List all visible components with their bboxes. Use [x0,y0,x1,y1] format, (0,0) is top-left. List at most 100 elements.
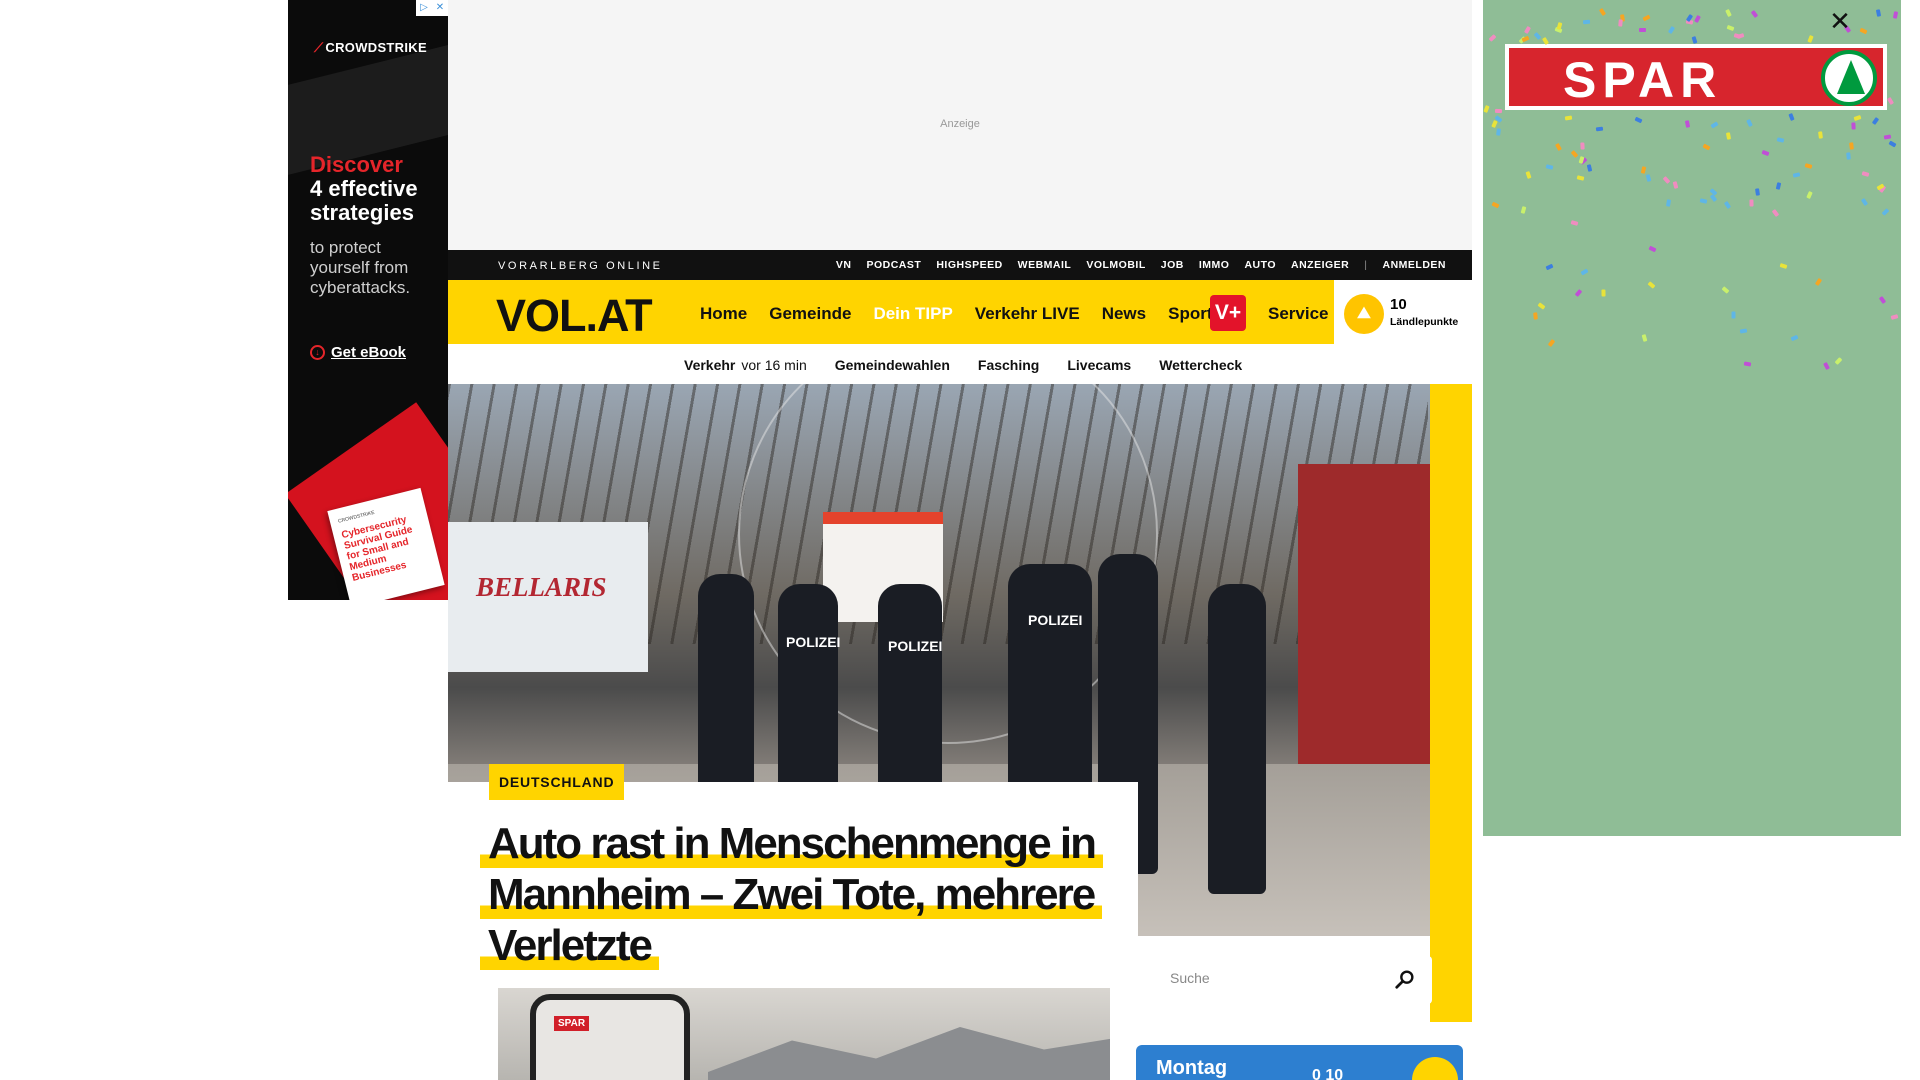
confetti-piece [1647,281,1656,289]
confetti-piece [1771,209,1779,218]
confetti-piece [1875,9,1882,18]
vol-logo[interactable]: VOL.AT [496,290,653,342]
top-links: VN PODCAST HIGHSPEED WEBMAIL VOLMOBIL JO… [836,259,1446,271]
confetti-piece [1818,131,1823,139]
nav-item-gemeinde[interactable]: Gemeinde [769,304,851,324]
ad-headline-white: 4 effective strategies [310,176,418,225]
headline-text[interactable]: Auto rast in Menschenmenge in Mannheim –… [480,819,1103,970]
spar-logo-red: SPAR [1509,48,1883,108]
confetti-piece [1888,140,1897,148]
confetti-piece [1693,15,1701,24]
top-bar: VORARLBERG ONLINE VN PODCAST HIGHSPEED W… [448,250,1472,280]
confetti-piece [1491,202,1500,209]
weather-temp: 0 10 [1312,1067,1344,1080]
subnav-livecams[interactable]: Livecams [1067,357,1131,373]
top-link-job[interactable]: JOB [1161,259,1184,271]
search-box[interactable] [1154,956,1432,1004]
nav-items: Home Gemeinde Dein TIPP Verkehr LIVE New… [700,304,1213,324]
top-link-anzeiger[interactable]: ANZEIGER [1291,259,1349,271]
confetti-piece [1617,19,1623,28]
falcon-icon: ⟋ [314,40,324,55]
confetti-piece [1721,285,1730,294]
article-headline[interactable]: Auto rast in Menschenmenge in Mannheim –… [480,818,1120,971]
confetti-piece [1638,28,1646,33]
confetti-piece [1883,133,1892,140]
ad-close-icon[interactable]: ✕ [432,0,448,16]
top-link-vn[interactable]: VN [836,259,852,271]
top-link-highspeed[interactable]: HIGHSPEED [936,259,1002,271]
close-ad-button[interactable]: ✕ [1826,8,1854,36]
get-ebook-label[interactable]: Get eBook [331,344,406,361]
adchoices-badge[interactable]: ▷ ✕ [416,0,448,16]
confetti-piece [1849,142,1855,151]
article-thumbnail[interactable]: SPAR [498,988,1110,1080]
mountain-icon: ⛰ [1344,294,1384,334]
confetti-piece [1755,187,1761,196]
confetti-piece [1523,25,1531,34]
spar-ad[interactable]: SPAR [1483,0,1901,836]
confetti-piece [1599,7,1607,17]
category-tag[interactable]: DEUTSCHLAND [489,764,625,800]
crowdstrike-brand: CROWDSTRIKE [325,40,427,55]
weather-day: Montag [1156,1057,1228,1079]
subnav-verkehr[interactable]: Verkehr [684,357,735,373]
nav-item-sport[interactable]: Sport [1168,304,1212,324]
confetti-piece [1788,113,1795,122]
police-label: POLIZEI [888,638,943,654]
adchoices-icon[interactable]: ▷ [416,0,432,16]
confetti-piece [1601,289,1606,297]
top-link-webmail[interactable]: WEBMAIL [1018,259,1072,271]
nav-item-news[interactable]: News [1102,304,1146,324]
top-banner-ad: Anzeige [448,0,1472,250]
top-link-auto[interactable]: AUTO [1244,259,1276,271]
get-ebook-link[interactable]: ↓ Get eBook [310,344,406,361]
confetti-piece [1545,263,1554,270]
confetti-piece [1494,109,1502,114]
confetti-piece [1672,181,1679,190]
confetti-piece [1749,199,1754,207]
subnav-fasching[interactable]: Fasching [978,357,1039,373]
ebook-title: Cybersecurity Survival Guide for Small a… [340,514,414,584]
search-icon[interactable] [1394,968,1416,990]
site-brand-text: VORARLBERG ONLINE [498,260,663,272]
confetti-piece [1537,302,1546,310]
login-link[interactable]: ANMELDEN [1383,259,1447,271]
confetti-piece [1596,126,1604,132]
nav-item-home[interactable]: Home [700,304,747,324]
vplus-button[interactable]: V+ [1210,295,1246,331]
crowdstrike-ad[interactable]: ▷ ✕ ⟋ CROWDSTRIKE Discover 4 effective st… [288,0,448,600]
confetti-piece [1645,174,1652,182]
spar-logo: SPAR [1505,44,1887,110]
confetti-piece [1893,11,1899,19]
top-link-immo[interactable]: IMMO [1199,259,1230,271]
top-link-volmobil[interactable]: VOLMOBIL [1086,259,1145,271]
subnav-gemeindewahlen[interactable]: Gemeindewahlen [835,357,950,373]
points-value: 10 [1390,296,1407,313]
confetti-piece [1745,118,1753,127]
confetti-piece [1890,314,1899,321]
sub-nav: Verkehr vor 16 min Gemeindewahlen Faschi… [448,344,1472,384]
nav-item-service[interactable]: Service [1268,304,1329,324]
confetti-piece [1850,122,1856,130]
nav-item-verkehr-live[interactable]: Verkehr LIVE [975,304,1080,324]
confetti-piece [1743,361,1752,367]
confetti-piece [1725,132,1732,141]
page: ▷ ✕ ⟋ CROWDSTRIKE Discover 4 effective st… [0,0,1920,1080]
weather-widget[interactable]: Montag 0 10 [1136,1045,1463,1080]
confetti-piece [1634,116,1643,123]
red-bus [1298,464,1430,814]
truck-brand-text: BELLARIS [476,572,607,602]
search-input[interactable] [1170,970,1390,986]
confetti-piece [1887,97,1895,106]
confetti-piece [1859,28,1868,35]
subnav-wettercheck[interactable]: Wettercheck [1159,357,1242,373]
top-link-podcast[interactable]: PODCAST [866,259,921,271]
confetti-piece [1736,32,1745,39]
main-nav: VOL.AT Home Gemeinde Dein TIPP Verkehr L… [448,280,1472,344]
laendlepunkte-widget[interactable]: ⛰ 10 Ländlepunkte [1334,280,1472,344]
confetti-piece [1554,142,1562,151]
spar-brand: SPAR [1563,52,1723,108]
confetti-piece [1872,117,1880,126]
nav-item-dein-tipp[interactable]: Dein TIPP [873,304,952,324]
confetti-piece [1779,263,1788,269]
